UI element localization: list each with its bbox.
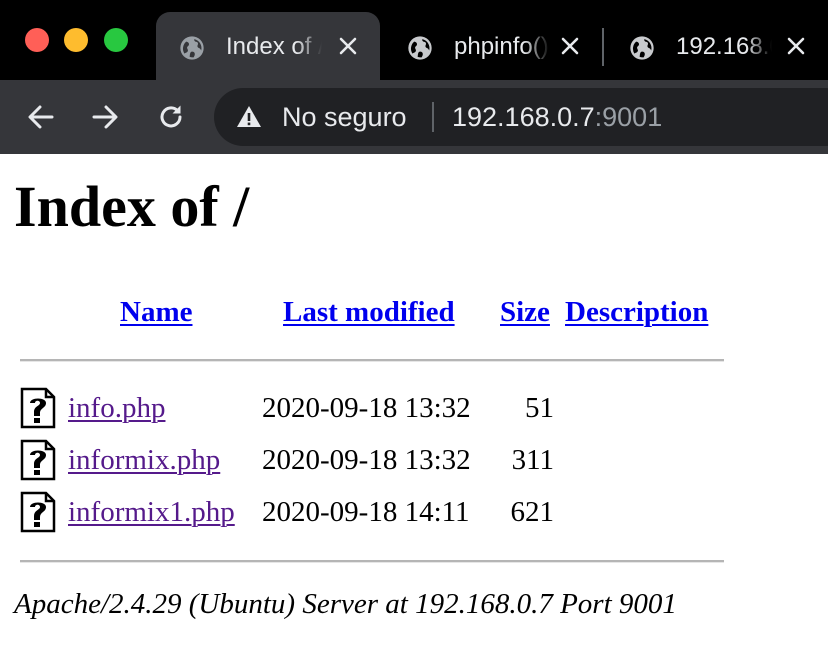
sort-by-size-link[interactable]: Size (500, 296, 550, 328)
file-link[interactable]: informix.php (68, 444, 220, 476)
file-link[interactable]: info.php (68, 392, 165, 424)
page-title: Index of / (14, 174, 250, 239)
address-bar[interactable]: No seguro 192.168.0.7:9001 (214, 88, 828, 146)
unknown-file-icon (20, 439, 56, 481)
horizontal-rule (20, 560, 724, 563)
column-header-description: Description (565, 294, 708, 330)
close-tab-icon[interactable] (786, 36, 806, 56)
table-row: informix.php 2020-09-18 13:32 311 (0, 436, 828, 486)
table-row: informix1.php 2020-09-18 14:11 621 (0, 488, 828, 538)
tab-strip: Index of / phpinfo() 192.168.0.7 (0, 0, 828, 80)
globe-icon (630, 36, 654, 60)
file-size-cell: 311 (511, 444, 554, 476)
file-size-cell: 51 (525, 392, 554, 424)
tab-index-of[interactable]: Index of / (156, 12, 380, 80)
column-header-size: Size (500, 294, 550, 330)
sort-by-modified-link[interactable]: Last modified (283, 296, 455, 328)
file-modified-cell: 2020-09-18 14:11 (262, 496, 470, 528)
url-text[interactable]: 192.168.0.7:9001 (452, 100, 662, 134)
browser-toolbar: No seguro 192.168.0.7:9001 (0, 80, 828, 154)
tab-phpinfo[interactable]: phpinfo() (384, 12, 602, 80)
tab-separator (602, 28, 604, 66)
url-port: :9001 (594, 102, 663, 132)
window-zoom-button[interactable] (104, 28, 128, 52)
tab-title: Index of / (226, 30, 322, 64)
server-signature: Apache/2.4.29 (Ubuntu) Server at 192.168… (14, 588, 677, 620)
close-tab-icon[interactable] (338, 36, 358, 56)
page-content: Index of / Name Last modified Size Descr… (0, 154, 828, 652)
horizontal-rule (20, 359, 724, 362)
globe-icon (408, 36, 432, 60)
url-host: 192.168.0.7 (452, 102, 595, 132)
column-header-name: Name (120, 294, 192, 330)
file-name-cell: info.php (68, 390, 165, 426)
sort-by-description-link[interactable]: Description (565, 296, 708, 328)
file-name-cell: informix.php (68, 442, 220, 478)
reload-icon[interactable] (154, 100, 188, 134)
table-row: info.php 2020-09-18 13:32 51 (0, 384, 828, 434)
tab-title: 192.168.0.7 (676, 30, 772, 64)
file-modified-cell: 2020-09-18 13:32 (262, 444, 471, 476)
file-link[interactable]: informix1.php (68, 496, 235, 528)
window-close-button[interactable] (25, 28, 49, 52)
unknown-file-icon (20, 387, 56, 429)
tab-title: phpinfo() (454, 30, 550, 64)
security-label[interactable]: No seguro (282, 100, 407, 134)
back-arrow-icon[interactable] (24, 100, 58, 134)
warning-icon[interactable] (236, 104, 262, 130)
file-modified-cell: 2020-09-18 13:32 (262, 392, 471, 424)
file-size-cell: 621 (510, 496, 555, 528)
column-header-last-modified: Last modified (283, 294, 455, 330)
file-name-cell: informix1.php (68, 494, 235, 530)
unknown-file-icon (20, 491, 56, 533)
close-tab-icon[interactable] (560, 36, 580, 56)
sort-by-name-link[interactable]: Name (120, 296, 192, 328)
omnibox-divider (432, 102, 434, 132)
tab-192-168-0-7[interactable]: 192.168.0.7 (606, 12, 828, 80)
forward-arrow-icon[interactable] (88, 100, 122, 134)
window-minimize-button[interactable] (64, 28, 88, 52)
globe-icon (180, 36, 204, 60)
